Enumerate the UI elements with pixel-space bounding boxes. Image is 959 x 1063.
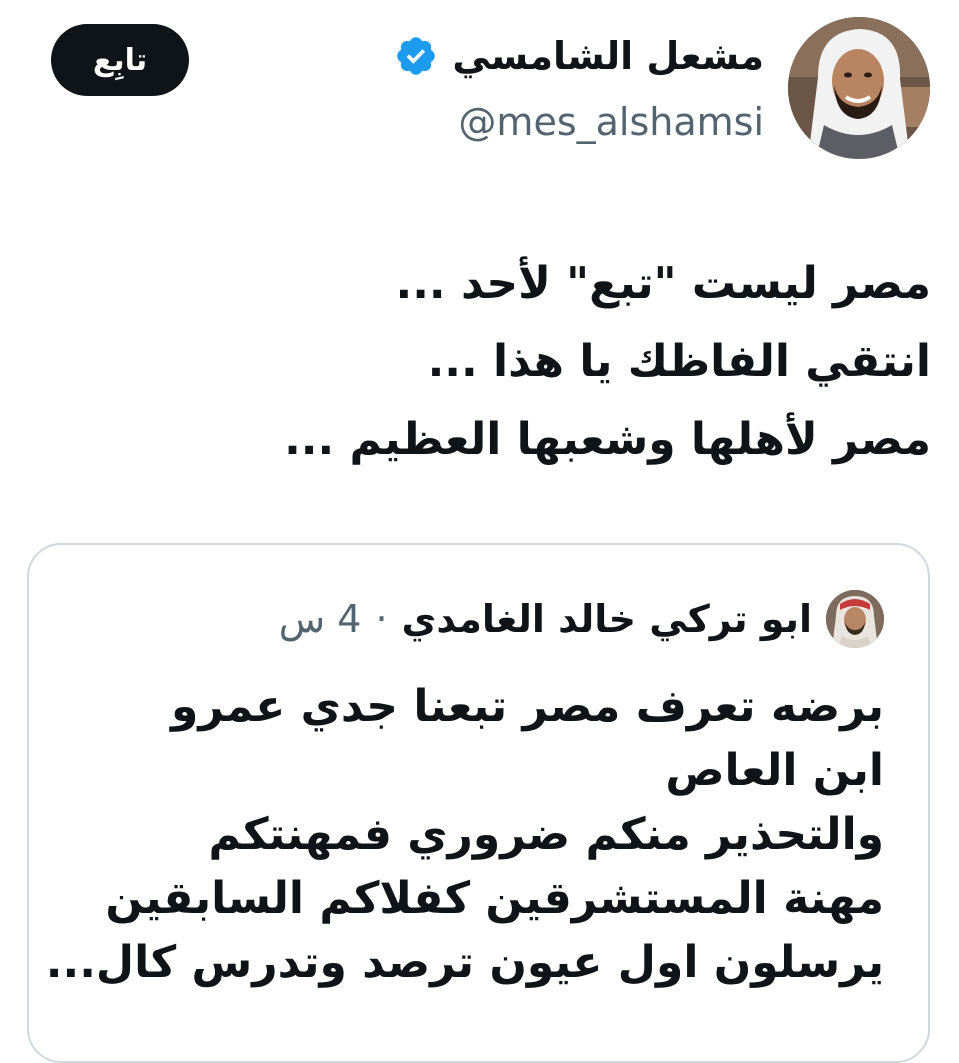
quoted-tweet-line: يرسلون اول عيون ترصد وتدرس كال... xyxy=(45,937,884,988)
author-name[interactable]: مشعل الشامسي xyxy=(452,26,764,86)
quoted-tweet-text: برضه تعرف مصر تبعنا جدي عمرو ابن العاص و… xyxy=(45,675,884,995)
tweet-text: مصر ليست "تبع" لأحد ... انتقي الفاظك يا … xyxy=(31,245,931,479)
verified-badge-icon xyxy=(394,34,438,78)
quoted-author-name[interactable]: ابو تركي خالد الغامدي xyxy=(402,589,812,649)
tweet-line: مصر لأهلها وشعبها العظيم ... xyxy=(284,414,931,465)
separator-dot: · xyxy=(375,597,388,641)
quoted-tweet-card[interactable]: ابو تركي خالد الغامدي · 4 س برضه تعرف مص… xyxy=(27,543,930,1063)
tweet-line: مصر ليست "تبع" لأحد ... xyxy=(395,258,932,309)
quoted-tweet-time[interactable]: 4 س xyxy=(279,589,362,649)
quoted-tweet-header: ابو تركي خالد الغامدي · 4 س xyxy=(279,589,884,649)
quoted-tweet-line: ابن العاص xyxy=(665,745,884,796)
quoted-tweet-line: مهنة المستشرقين كفلاكم السابقين xyxy=(105,873,884,924)
author-handle[interactable]: @mes_alshamsi xyxy=(458,94,764,150)
tweet-line: انتقي الفاظك يا هذا ... xyxy=(427,336,931,387)
quoted-tweet-line: برضه تعرف مصر تبعنا جدي عمرو xyxy=(170,681,884,732)
quoted-tweet-line: والتحذير منكم ضروري فمهنتكم xyxy=(208,809,884,860)
author-name-row[interactable]: مشعل الشامسي xyxy=(394,26,764,86)
follow-button[interactable]: تابِع xyxy=(51,24,189,96)
quoted-author-avatar[interactable] xyxy=(826,590,884,648)
author-avatar[interactable] xyxy=(788,17,930,159)
